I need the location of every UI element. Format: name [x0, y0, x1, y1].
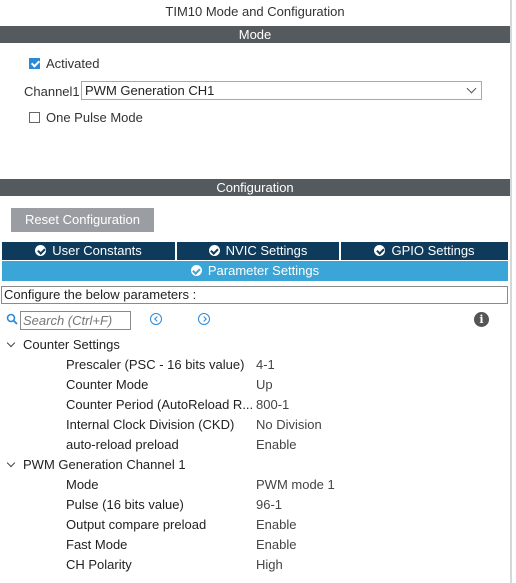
tab-label: GPIO Settings: [391, 243, 475, 258]
chevron-down-icon: [6, 458, 16, 468]
check-circle-icon: [208, 245, 220, 256]
param-name: Mode: [66, 477, 99, 492]
param-name: Counter Period (AutoReload R...: [66, 397, 254, 412]
chevron-down-icon: [6, 338, 16, 348]
search-previous-button[interactable]: [150, 313, 162, 325]
configure-info-text: Configure the below parameters :: [1, 286, 508, 304]
param-value[interactable]: Up: [256, 377, 273, 392]
param-value[interactable]: PWM mode 1: [256, 477, 335, 492]
info-icon[interactable]: i: [474, 312, 489, 327]
param-value[interactable]: No Division: [256, 417, 322, 432]
tab-gpio-settings[interactable]: GPIO Settings: [341, 242, 508, 260]
tab-label: NVIC Settings: [225, 243, 308, 258]
tab-parameter-settings[interactable]: Parameter Settings: [2, 261, 508, 281]
tab-nvic-settings[interactable]: NVIC Settings: [177, 242, 339, 260]
check-circle-icon: [374, 245, 386, 256]
panel-title: TIM10 Mode and Configuration: [165, 4, 345, 19]
mode-section-header: Mode: [0, 26, 510, 43]
configuration-section-header: Configuration: [0, 179, 510, 196]
channel1-label: Channel1: [24, 84, 80, 99]
param-value[interactable]: High: [256, 557, 283, 572]
param-name: Output compare preload: [66, 517, 207, 532]
param-name: Counter Mode: [66, 377, 149, 392]
param-value[interactable]: 800-1: [256, 397, 289, 412]
tab-label: User Constants: [52, 243, 142, 258]
tab-label: Parameter Settings: [207, 263, 320, 278]
param-name: auto-reload preload: [66, 437, 179, 452]
param-name: Internal Clock Division (CKD): [66, 417, 235, 432]
group-label: PWM Generation Channel 1: [23, 457, 186, 472]
activated-label: Activated: [46, 56, 100, 71]
param-name: CH Polarity: [66, 557, 132, 572]
channel1-select[interactable]: PWM Generation CH1: [81, 81, 482, 100]
group-pwm-generation-channel-1[interactable]: PWM Generation Channel 1: [6, 457, 186, 472]
check-circle-icon: [190, 265, 202, 276]
check-circle-icon: [35, 245, 47, 256]
channel1-select-value: PWM Generation CH1: [85, 83, 215, 98]
param-name: Prescaler (PSC - 16 bits value): [66, 357, 245, 372]
chevron-down-icon: [466, 83, 477, 94]
tab-user-constants[interactable]: User Constants: [2, 242, 175, 260]
param-name: Fast Mode: [66, 537, 128, 552]
param-value[interactable]: Enable: [256, 437, 296, 452]
reset-configuration-button[interactable]: Reset Configuration: [11, 208, 154, 232]
param-value[interactable]: Enable: [256, 537, 296, 552]
param-value[interactable]: 4-1: [256, 357, 275, 372]
param-value[interactable]: Enable: [256, 517, 296, 532]
param-name: Pulse (16 bits value): [66, 497, 184, 512]
activated-checkbox[interactable]: [29, 58, 40, 69]
search-icon: [6, 313, 18, 325]
param-value[interactable]: 96-1: [256, 497, 282, 512]
one-pulse-mode-label: One Pulse Mode: [46, 110, 143, 125]
group-label: Counter Settings: [23, 337, 120, 352]
tim10-config-panel: TIM10 Mode and Configuration Mode Activa…: [0, 0, 512, 583]
group-counter-settings[interactable]: Counter Settings: [6, 337, 120, 352]
search-input[interactable]: [20, 311, 131, 330]
one-pulse-mode-checkbox[interactable]: [29, 112, 40, 123]
search-next-button[interactable]: [198, 313, 210, 325]
